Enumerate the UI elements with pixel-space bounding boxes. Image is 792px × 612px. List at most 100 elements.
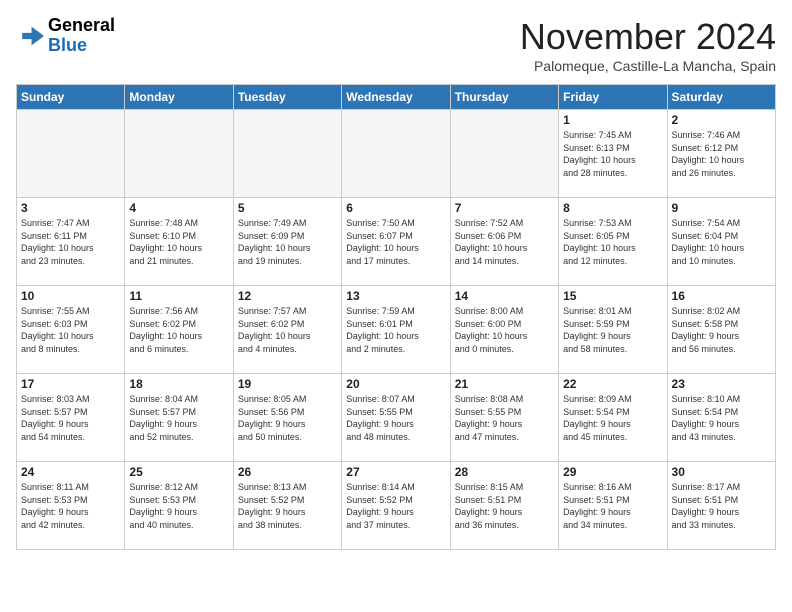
calendar-table: SundayMondayTuesdayWednesdayThursdayFrid… — [16, 84, 776, 550]
day-number: 27 — [346, 465, 445, 479]
day-cell: 7 Sunrise: 7:52 AM Sunset: 6:06 PM Daylig… — [450, 198, 558, 286]
day-number: 9 — [672, 201, 771, 215]
day-info: Sunrise: 8:15 AM Sunset: 5:51 PM Dayligh… — [455, 481, 554, 531]
day-info: Sunrise: 7:55 AM Sunset: 6:03 PM Dayligh… — [21, 305, 120, 355]
day-cell: 1 Sunrise: 7:45 AM Sunset: 6:13 PM Daylig… — [559, 110, 667, 198]
day-cell: 27 Sunrise: 8:14 AM Sunset: 5:52 PM Dayli… — [342, 462, 450, 550]
day-number: 19 — [238, 377, 337, 391]
day-number: 1 — [563, 113, 662, 127]
day-cell: 6 Sunrise: 7:50 AM Sunset: 6:07 PM Daylig… — [342, 198, 450, 286]
day-number: 30 — [672, 465, 771, 479]
day-cell: 22 Sunrise: 8:09 AM Sunset: 5:54 PM Dayli… — [559, 374, 667, 462]
logo-line1: General — [48, 16, 115, 36]
day-number: 2 — [672, 113, 771, 127]
week-row-3: 10 Sunrise: 7:55 AM Sunset: 6:03 PM Dayli… — [17, 286, 776, 374]
day-info: Sunrise: 8:09 AM Sunset: 5:54 PM Dayligh… — [563, 393, 662, 443]
day-cell — [17, 110, 125, 198]
calendar-header: SundayMondayTuesdayWednesdayThursdayFrid… — [17, 85, 776, 110]
day-number: 12 — [238, 289, 337, 303]
day-cell — [342, 110, 450, 198]
day-number: 28 — [455, 465, 554, 479]
day-cell: 24 Sunrise: 8:11 AM Sunset: 5:53 PM Dayli… — [17, 462, 125, 550]
day-number: 25 — [129, 465, 228, 479]
weekday-thursday: Thursday — [450, 85, 558, 110]
day-cell: 18 Sunrise: 8:04 AM Sunset: 5:57 PM Dayli… — [125, 374, 233, 462]
day-cell — [125, 110, 233, 198]
day-info: Sunrise: 7:53 AM Sunset: 6:05 PM Dayligh… — [563, 217, 662, 267]
week-row-1: 1 Sunrise: 7:45 AM Sunset: 6:13 PM Daylig… — [17, 110, 776, 198]
day-number: 15 — [563, 289, 662, 303]
weekday-monday: Monday — [125, 85, 233, 110]
day-cell: 17 Sunrise: 8:03 AM Sunset: 5:57 PM Dayli… — [17, 374, 125, 462]
day-number: 26 — [238, 465, 337, 479]
day-cell: 28 Sunrise: 8:15 AM Sunset: 5:51 PM Dayli… — [450, 462, 558, 550]
day-number: 29 — [563, 465, 662, 479]
day-number: 11 — [129, 289, 228, 303]
week-row-2: 3Sunrise: 7:47 AM Sunset: 6:11 PM Daylig… — [17, 198, 776, 286]
day-cell: 30Sunrise: 8:17 AM Sunset: 5:51 PM Dayli… — [667, 462, 775, 550]
day-info: Sunrise: 8:14 AM Sunset: 5:52 PM Dayligh… — [346, 481, 445, 531]
day-info: Sunrise: 8:04 AM Sunset: 5:57 PM Dayligh… — [129, 393, 228, 443]
day-info: Sunrise: 7:54 AM Sunset: 6:04 PM Dayligh… — [672, 217, 771, 267]
weekday-tuesday: Tuesday — [233, 85, 341, 110]
day-info: Sunrise: 7:45 AM Sunset: 6:13 PM Dayligh… — [563, 129, 662, 179]
day-number: 14 — [455, 289, 554, 303]
day-cell: 21Sunrise: 8:08 AM Sunset: 5:55 PM Dayli… — [450, 374, 558, 462]
day-number: 8 — [563, 201, 662, 215]
day-info: Sunrise: 8:11 AM Sunset: 5:53 PM Dayligh… — [21, 481, 120, 531]
day-cell: 20 Sunrise: 8:07 AM Sunset: 5:55 PM Dayli… — [342, 374, 450, 462]
day-cell: 3Sunrise: 7:47 AM Sunset: 6:11 PM Daylig… — [17, 198, 125, 286]
day-number: 10 — [21, 289, 120, 303]
day-cell: 23Sunrise: 8:10 AM Sunset: 5:54 PM Dayli… — [667, 374, 775, 462]
day-info: Sunrise: 8:10 AM Sunset: 5:54 PM Dayligh… — [672, 393, 771, 443]
day-cell: 13Sunrise: 7:59 AM Sunset: 6:01 PM Dayli… — [342, 286, 450, 374]
day-info: Sunrise: 7:56 AM Sunset: 6:02 PM Dayligh… — [129, 305, 228, 355]
day-cell: 12 Sunrise: 7:57 AM Sunset: 6:02 PM Dayli… — [233, 286, 341, 374]
day-info: Sunrise: 7:52 AM Sunset: 6:06 PM Dayligh… — [455, 217, 554, 267]
day-info: Sunrise: 8:07 AM Sunset: 5:55 PM Dayligh… — [346, 393, 445, 443]
day-info: Sunrise: 8:13 AM Sunset: 5:52 PM Dayligh… — [238, 481, 337, 531]
day-cell — [233, 110, 341, 198]
page-header: General Blue November 2024 Palomeque, Ca… — [16, 16, 776, 74]
weekday-friday: Friday — [559, 85, 667, 110]
week-row-4: 17 Sunrise: 8:03 AM Sunset: 5:57 PM Dayli… — [17, 374, 776, 462]
day-info: Sunrise: 7:59 AM Sunset: 6:01 PM Dayligh… — [346, 305, 445, 355]
day-info: Sunrise: 8:05 AM Sunset: 5:56 PM Dayligh… — [238, 393, 337, 443]
weekday-wednesday: Wednesday — [342, 85, 450, 110]
day-info: Sunrise: 7:57 AM Sunset: 6:02 PM Dayligh… — [238, 305, 337, 355]
logo-line2: Blue — [48, 36, 115, 56]
day-cell: 15 Sunrise: 8:01 AM Sunset: 5:59 PM Dayli… — [559, 286, 667, 374]
day-info: Sunrise: 8:02 AM Sunset: 5:58 PM Dayligh… — [672, 305, 771, 355]
day-cell: 4 Sunrise: 7:48 AM Sunset: 6:10 PM Daylig… — [125, 198, 233, 286]
month-title: November 2024 — [520, 16, 776, 58]
day-info: Sunrise: 8:01 AM Sunset: 5:59 PM Dayligh… — [563, 305, 662, 355]
day-cell: 29 Sunrise: 8:16 AM Sunset: 5:51 PM Dayli… — [559, 462, 667, 550]
day-cell: 5 Sunrise: 7:49 AM Sunset: 6:09 PM Daylig… — [233, 198, 341, 286]
location-subtitle: Palomeque, Castille-La Mancha, Spain — [520, 58, 776, 74]
day-info: Sunrise: 8:12 AM Sunset: 5:53 PM Dayligh… — [129, 481, 228, 531]
day-number: 22 — [563, 377, 662, 391]
day-info: Sunrise: 8:03 AM Sunset: 5:57 PM Dayligh… — [21, 393, 120, 443]
day-number: 6 — [346, 201, 445, 215]
day-number: 7 — [455, 201, 554, 215]
day-cell: 25 Sunrise: 8:12 AM Sunset: 5:53 PM Dayli… — [125, 462, 233, 550]
day-info: Sunrise: 7:48 AM Sunset: 6:10 PM Dayligh… — [129, 217, 228, 267]
day-cell: 8 Sunrise: 7:53 AM Sunset: 6:05 PM Daylig… — [559, 198, 667, 286]
day-info: Sunrise: 7:47 AM Sunset: 6:11 PM Dayligh… — [21, 217, 120, 267]
day-number: 18 — [129, 377, 228, 391]
day-number: 5 — [238, 201, 337, 215]
day-number: 17 — [21, 377, 120, 391]
logo: General Blue — [16, 16, 115, 56]
day-number: 4 — [129, 201, 228, 215]
day-info: Sunrise: 8:00 AM Sunset: 6:00 PM Dayligh… — [455, 305, 554, 355]
day-number: 24 — [21, 465, 120, 479]
logo-icon — [16, 22, 44, 50]
day-info: Sunrise: 7:49 AM Sunset: 6:09 PM Dayligh… — [238, 217, 337, 267]
day-cell: 19 Sunrise: 8:05 AM Sunset: 5:56 PM Dayli… — [233, 374, 341, 462]
calendar-body: 1 Sunrise: 7:45 AM Sunset: 6:13 PM Daylig… — [17, 110, 776, 550]
day-cell — [450, 110, 558, 198]
day-info: Sunrise: 8:16 AM Sunset: 5:51 PM Dayligh… — [563, 481, 662, 531]
day-number: 20 — [346, 377, 445, 391]
day-number: 21 — [455, 377, 554, 391]
day-info: Sunrise: 7:50 AM Sunset: 6:07 PM Dayligh… — [346, 217, 445, 267]
